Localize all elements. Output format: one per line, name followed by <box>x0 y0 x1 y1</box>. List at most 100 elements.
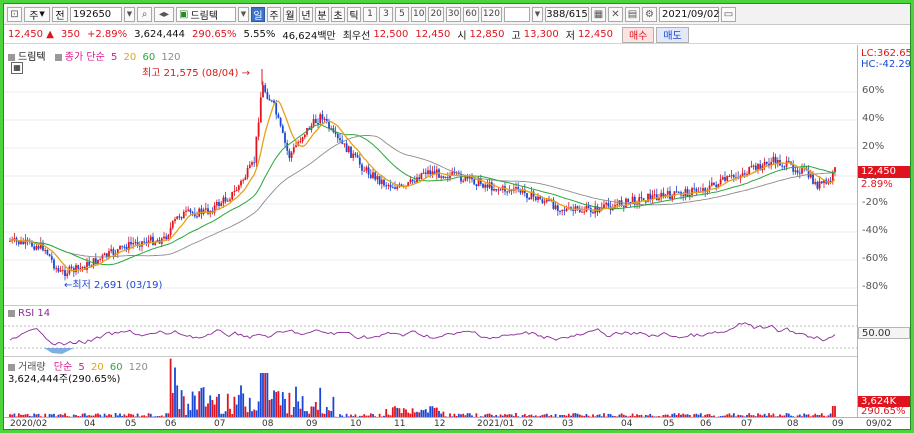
calendar-icon[interactable]: ▭ <box>721 6 736 22</box>
candlestick <box>270 99 273 103</box>
volume-bar <box>273 390 275 418</box>
candlestick <box>59 265 62 273</box>
candlestick <box>495 188 498 193</box>
interval-button-30[interactable]: 30 <box>445 6 462 22</box>
volume-bar <box>248 397 251 418</box>
candlestick <box>176 216 179 220</box>
interval-button-5[interactable]: 5 <box>395 6 409 22</box>
date-input[interactable]: 2021/09/02 <box>659 6 720 22</box>
y-axis[interactable]: LC:362.65 HC:-42.29 60% 40% 20% 0% -20% … <box>857 45 910 418</box>
window-menu-icon[interactable]: ⊡ <box>7 6 22 22</box>
legend-ma-label: 종가 단순 <box>64 52 105 63</box>
table-view-icon[interactable]: ▦ <box>11 62 23 74</box>
market-select[interactable]: 주 ▼ <box>24 6 50 22</box>
interval-button-1[interactable]: 1 <box>363 6 377 22</box>
candlestick <box>482 182 484 189</box>
candlestick <box>387 183 390 190</box>
print-icon[interactable]: ▤ <box>625 6 640 22</box>
custom-interval-input[interactable] <box>504 6 530 22</box>
candlestick <box>497 187 500 195</box>
candlestick <box>46 249 49 256</box>
prev-next-icon[interactable]: ◂▸ <box>154 6 174 22</box>
volume-bar <box>213 404 216 418</box>
candlestick <box>147 235 150 248</box>
volume-bar <box>180 390 183 418</box>
candlestick <box>757 163 759 174</box>
x-tick: 11 <box>394 419 406 429</box>
sell-button[interactable]: 매도 <box>656 26 689 43</box>
candlestick <box>796 167 799 176</box>
candlestick <box>820 181 823 185</box>
volume-bar <box>171 392 174 418</box>
candlestick <box>292 143 295 155</box>
interval-button-3[interactable]: 3 <box>379 6 393 22</box>
stock-name-field[interactable]: ▣ 드림텍 <box>176 6 236 22</box>
candlestick <box>444 176 447 179</box>
candlestick <box>677 190 680 194</box>
low-annotation: ←최저 2,691 (03/19) <box>64 276 162 291</box>
period-tab-year[interactable]: 년 <box>299 6 313 22</box>
rsi-panel[interactable]: RSI 14 <box>4 305 857 356</box>
buy-button[interactable]: 매수 <box>621 26 655 43</box>
candlestick <box>594 200 597 218</box>
legend-ma-120: 120 <box>161 52 181 63</box>
grid-icon[interactable]: ▦ <box>591 6 606 22</box>
period-tab-minute[interactable]: 분 <box>315 6 329 22</box>
candlestick <box>574 203 577 214</box>
stock-code-input[interactable]: 192650 <box>70 6 122 22</box>
best-bid: 12,450 <box>415 29 451 40</box>
name-dropdown-icon[interactable]: ▼ <box>238 6 249 22</box>
x-tick: 04 <box>84 419 96 429</box>
interval-button-10[interactable]: 10 <box>411 6 427 22</box>
period-tab-tick[interactable]: 틱 <box>347 6 361 22</box>
volume-bar <box>182 396 185 418</box>
candlestick <box>193 207 196 219</box>
stock-name-label: 드림텍 <box>190 10 219 22</box>
interval-button-120[interactable]: 120 <box>480 6 502 22</box>
candlestick <box>688 189 691 201</box>
crosshair-icon[interactable]: ✕ <box>608 6 623 22</box>
candlestick <box>774 153 777 169</box>
candlestick <box>372 168 374 180</box>
candlestick <box>669 186 671 200</box>
period-tab-month[interactable]: 월 <box>283 6 297 22</box>
candlestick <box>171 220 174 231</box>
volume-bar <box>207 403 209 418</box>
candlestick <box>552 196 555 210</box>
period-tab-week[interactable]: 주 <box>267 6 281 22</box>
low-label: 저 <box>565 31 575 42</box>
candlestick <box>75 263 77 276</box>
search-icon[interactable]: ⌕ <box>137 6 152 22</box>
candlestick <box>655 188 658 201</box>
interval-dropdown-icon[interactable]: ▼ <box>532 6 543 22</box>
candlestick <box>383 178 385 188</box>
jeon-button[interactable]: 전 <box>52 6 68 22</box>
period-tab-day[interactable]: 일 <box>251 6 265 22</box>
candlestick <box>420 172 423 180</box>
volume-bar <box>226 393 229 418</box>
candlestick <box>240 179 242 189</box>
candlestick <box>328 118 330 132</box>
volume-panel[interactable]: 거래량 단순 5 20 60 120 3,624,444주(290.65%) <box>4 356 857 419</box>
candlestick <box>187 206 190 213</box>
candlestick <box>103 252 106 256</box>
candlestick <box>772 152 775 164</box>
interval-button-20[interactable]: 20 <box>428 6 444 22</box>
code-dropdown-icon[interactable]: ▼ <box>124 6 135 22</box>
x-tick: 08 <box>262 419 274 429</box>
candlestick <box>807 165 810 180</box>
volume-ma-120: 120 <box>128 362 148 373</box>
candlestick <box>77 264 80 274</box>
interval-button-60[interactable]: 60 <box>463 6 479 22</box>
volume-bar <box>191 391 194 418</box>
candlestick <box>534 195 537 202</box>
volume-bar <box>257 401 260 418</box>
period-tab-second[interactable]: 초 <box>331 6 345 22</box>
price-chart-panel[interactable]: 드림텍 종가 단순 5 20 60 120 ▦ 최고 21,575 (08/04… <box>4 45 857 305</box>
gear-icon[interactable]: ⚙ <box>642 6 657 22</box>
candlestick <box>394 181 396 190</box>
open-label: 시 <box>457 31 467 42</box>
candlestick <box>33 243 36 251</box>
x-axis[interactable]: 2020/02 04 05 06 07 08 09 10 11 12 2021/… <box>4 417 910 429</box>
volume-bar <box>270 398 273 418</box>
